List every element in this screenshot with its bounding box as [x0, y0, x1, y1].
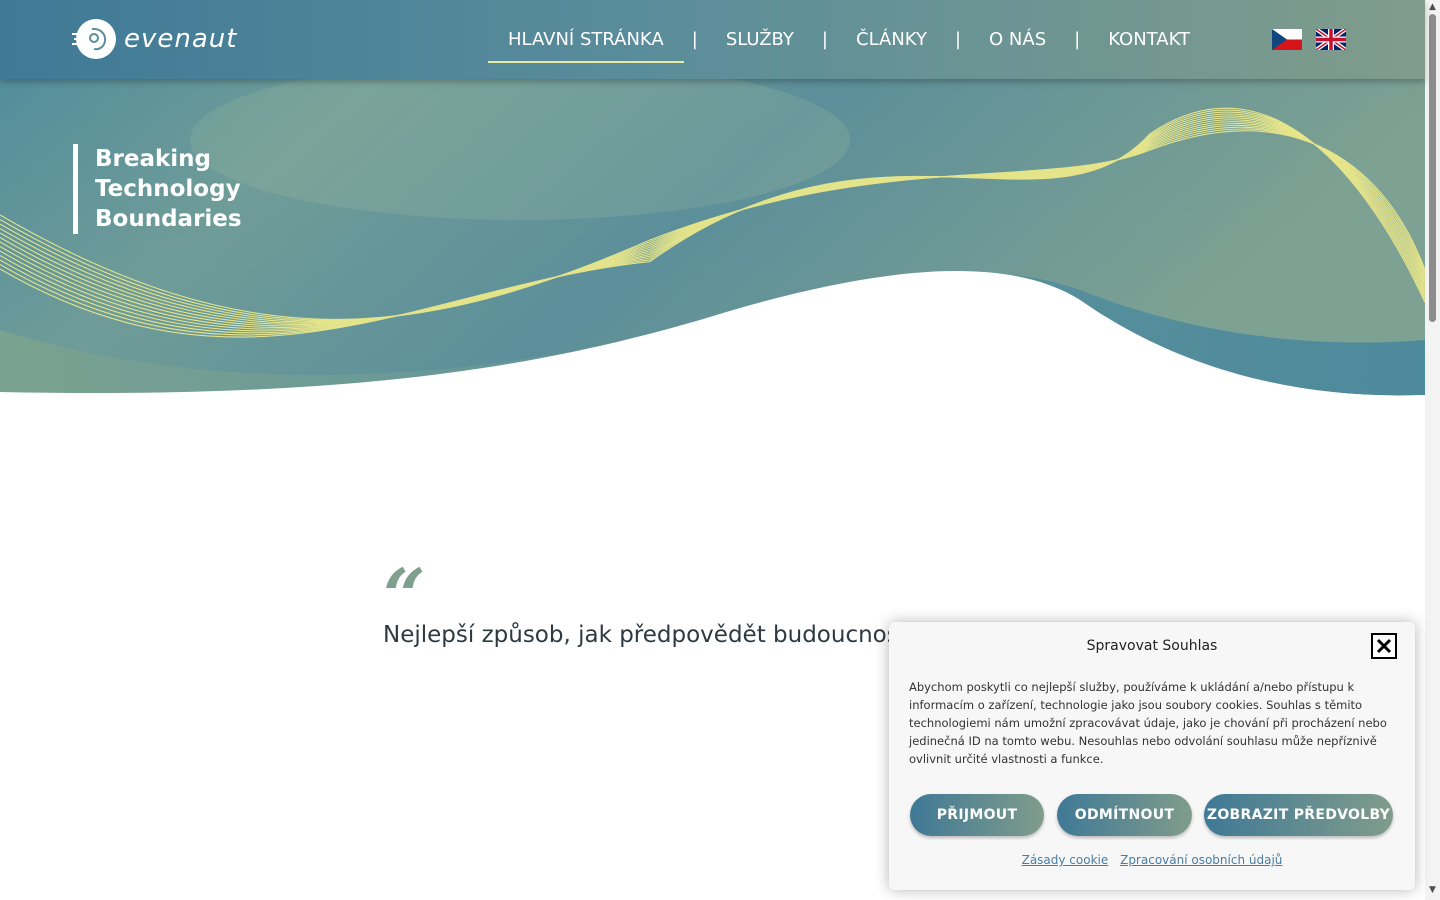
close-x-glyph: [1376, 638, 1392, 654]
deny-button[interactable]: ODMÍTNOUT: [1057, 794, 1192, 836]
scrollbar-thumb[interactable]: [1429, 14, 1436, 322]
nav-articles[interactable]: ČLÁNKY: [836, 0, 947, 79]
logo-text: evenaut: [124, 24, 238, 54]
logo-mark-icon: [72, 19, 116, 59]
nav-separator: |: [821, 29, 828, 50]
cookie-links: Zásady cookie Zpracování osobních údajů: [889, 853, 1415, 867]
tagline-line: Boundaries: [95, 206, 242, 232]
nav-about[interactable]: O NÁS: [969, 0, 1066, 79]
site-header: evenaut HLAVNÍ STRÁNKA | SLUŽBY | ČLÁNKY…: [0, 0, 1425, 79]
cookie-description: Abychom poskytli co nejlepší služby, pou…: [909, 680, 1387, 766]
nav-separator: |: [1074, 29, 1081, 50]
cookie-title: Spravovat Souhlas: [1086, 638, 1218, 654]
nav-contact[interactable]: KONTAKT: [1088, 0, 1210, 79]
accept-button[interactable]: PŘIJMOUT: [910, 794, 1044, 836]
nav-home[interactable]: HLAVNÍ STRÁNKA: [488, 0, 684, 79]
uk-flag-icon[interactable]: [1316, 29, 1346, 50]
nav-separator: |: [691, 29, 698, 50]
cookie-consent-dialog: Spravovat Souhlas Abychom poskytli co ne…: [889, 622, 1415, 890]
close-icon[interactable]: [1371, 633, 1397, 659]
quote-text: Nejlepší způsob, jak předpovědět budoucn…: [383, 622, 908, 648]
nav-services[interactable]: SLUŽBY: [706, 0, 814, 79]
scroll-up-icon[interactable]: ▲: [1425, 2, 1440, 12]
privacy-link[interactable]: Zpracování osobních údajů: [1120, 853, 1282, 867]
scroll-down-icon[interactable]: ▼: [1425, 885, 1440, 895]
main-nav: HLAVNÍ STRÁNKA | SLUŽBY | ČLÁNKY | O NÁS…: [488, 0, 1210, 79]
view-preferences-button[interactable]: ZOBRAZIT PŘEDVOLBY: [1204, 794, 1393, 836]
hero-tagline: Breaking Technology Boundaries: [73, 144, 285, 234]
cookie-policy-link[interactable]: Zásady cookie: [1022, 853, 1109, 867]
cs-flag-icon[interactable]: [1272, 29, 1302, 50]
tagline-line: Breaking: [95, 146, 212, 172]
logo[interactable]: evenaut: [72, 16, 237, 62]
page-scrollbar[interactable]: ▲ ▼: [1425, 0, 1440, 900]
tagline-line: Technology: [95, 176, 241, 202]
nav-separator: |: [954, 29, 962, 50]
